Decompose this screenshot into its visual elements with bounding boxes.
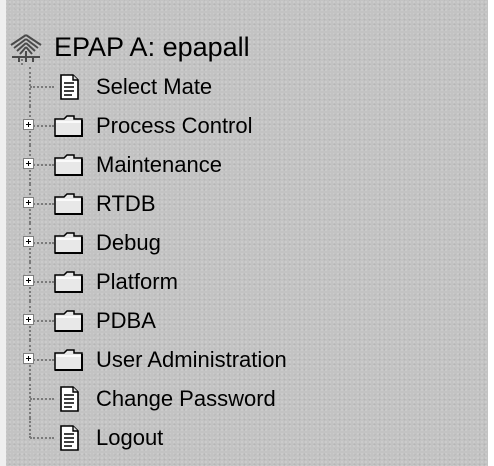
expand-icon[interactable] [23, 197, 34, 208]
tree-item-platform[interactable]: Platform [8, 262, 478, 301]
tree-item-maintenance[interactable]: Maintenance [8, 145, 478, 184]
tree-item-pdba[interactable]: PDBA [8, 301, 478, 340]
tree-item-label: Maintenance [96, 151, 222, 177]
tree-item-label: Logout [96, 424, 164, 450]
document-icon [54, 386, 84, 412]
folder-icon [54, 347, 84, 373]
panel-left-border [0, 0, 6, 466]
tree-item-select-mate[interactable]: Select Mate [8, 67, 478, 106]
tree-item-label: Platform [96, 268, 178, 294]
tree-item-label: RTDB [96, 190, 156, 216]
folder-icon [54, 269, 84, 295]
tree-item-label: Select Mate [96, 73, 213, 99]
expand-icon[interactable] [23, 119, 34, 130]
tree-item-user-administration[interactable]: User Administration [8, 340, 478, 379]
expand-icon[interactable] [23, 314, 34, 325]
tree-item-debug[interactable]: Debug [8, 223, 478, 262]
expand-icon[interactable] [23, 158, 34, 169]
tree-root[interactable]: EPAP A: epapall [8, 27, 478, 67]
tree-item-label: User Administration [96, 346, 287, 372]
folder-icon [54, 191, 84, 217]
tree-connector [29, 418, 31, 438]
tree-root-icon [8, 31, 56, 65]
tree-item-label: Change Password [96, 385, 276, 411]
tree-item-process-control[interactable]: Process Control [8, 106, 478, 145]
document-icon [54, 425, 84, 451]
tree-item-change-password[interactable]: Change Password [8, 379, 478, 418]
expand-icon[interactable] [23, 353, 34, 364]
expand-icon[interactable] [23, 275, 34, 286]
navigation-tree: EPAP A: epapall Select Mate Process Cont… [8, 27, 478, 457]
tree-item-label: Process Control [96, 112, 253, 138]
tree-item-label: PDBA [96, 307, 156, 333]
tree-item-logout[interactable]: Logout [8, 418, 478, 457]
menu-panel: EPAP A: epapall Select Mate Process Cont… [0, 0, 488, 466]
folder-icon [54, 113, 84, 139]
folder-icon [54, 152, 84, 178]
tree-root-label: EPAP A: epapall [54, 31, 250, 62]
tree-item-label: Debug [96, 229, 161, 255]
folder-icon [54, 308, 84, 334]
document-icon [54, 74, 84, 100]
tree-item-rtdb[interactable]: RTDB [8, 184, 478, 223]
expand-icon[interactable] [23, 236, 34, 247]
folder-icon [54, 230, 84, 256]
